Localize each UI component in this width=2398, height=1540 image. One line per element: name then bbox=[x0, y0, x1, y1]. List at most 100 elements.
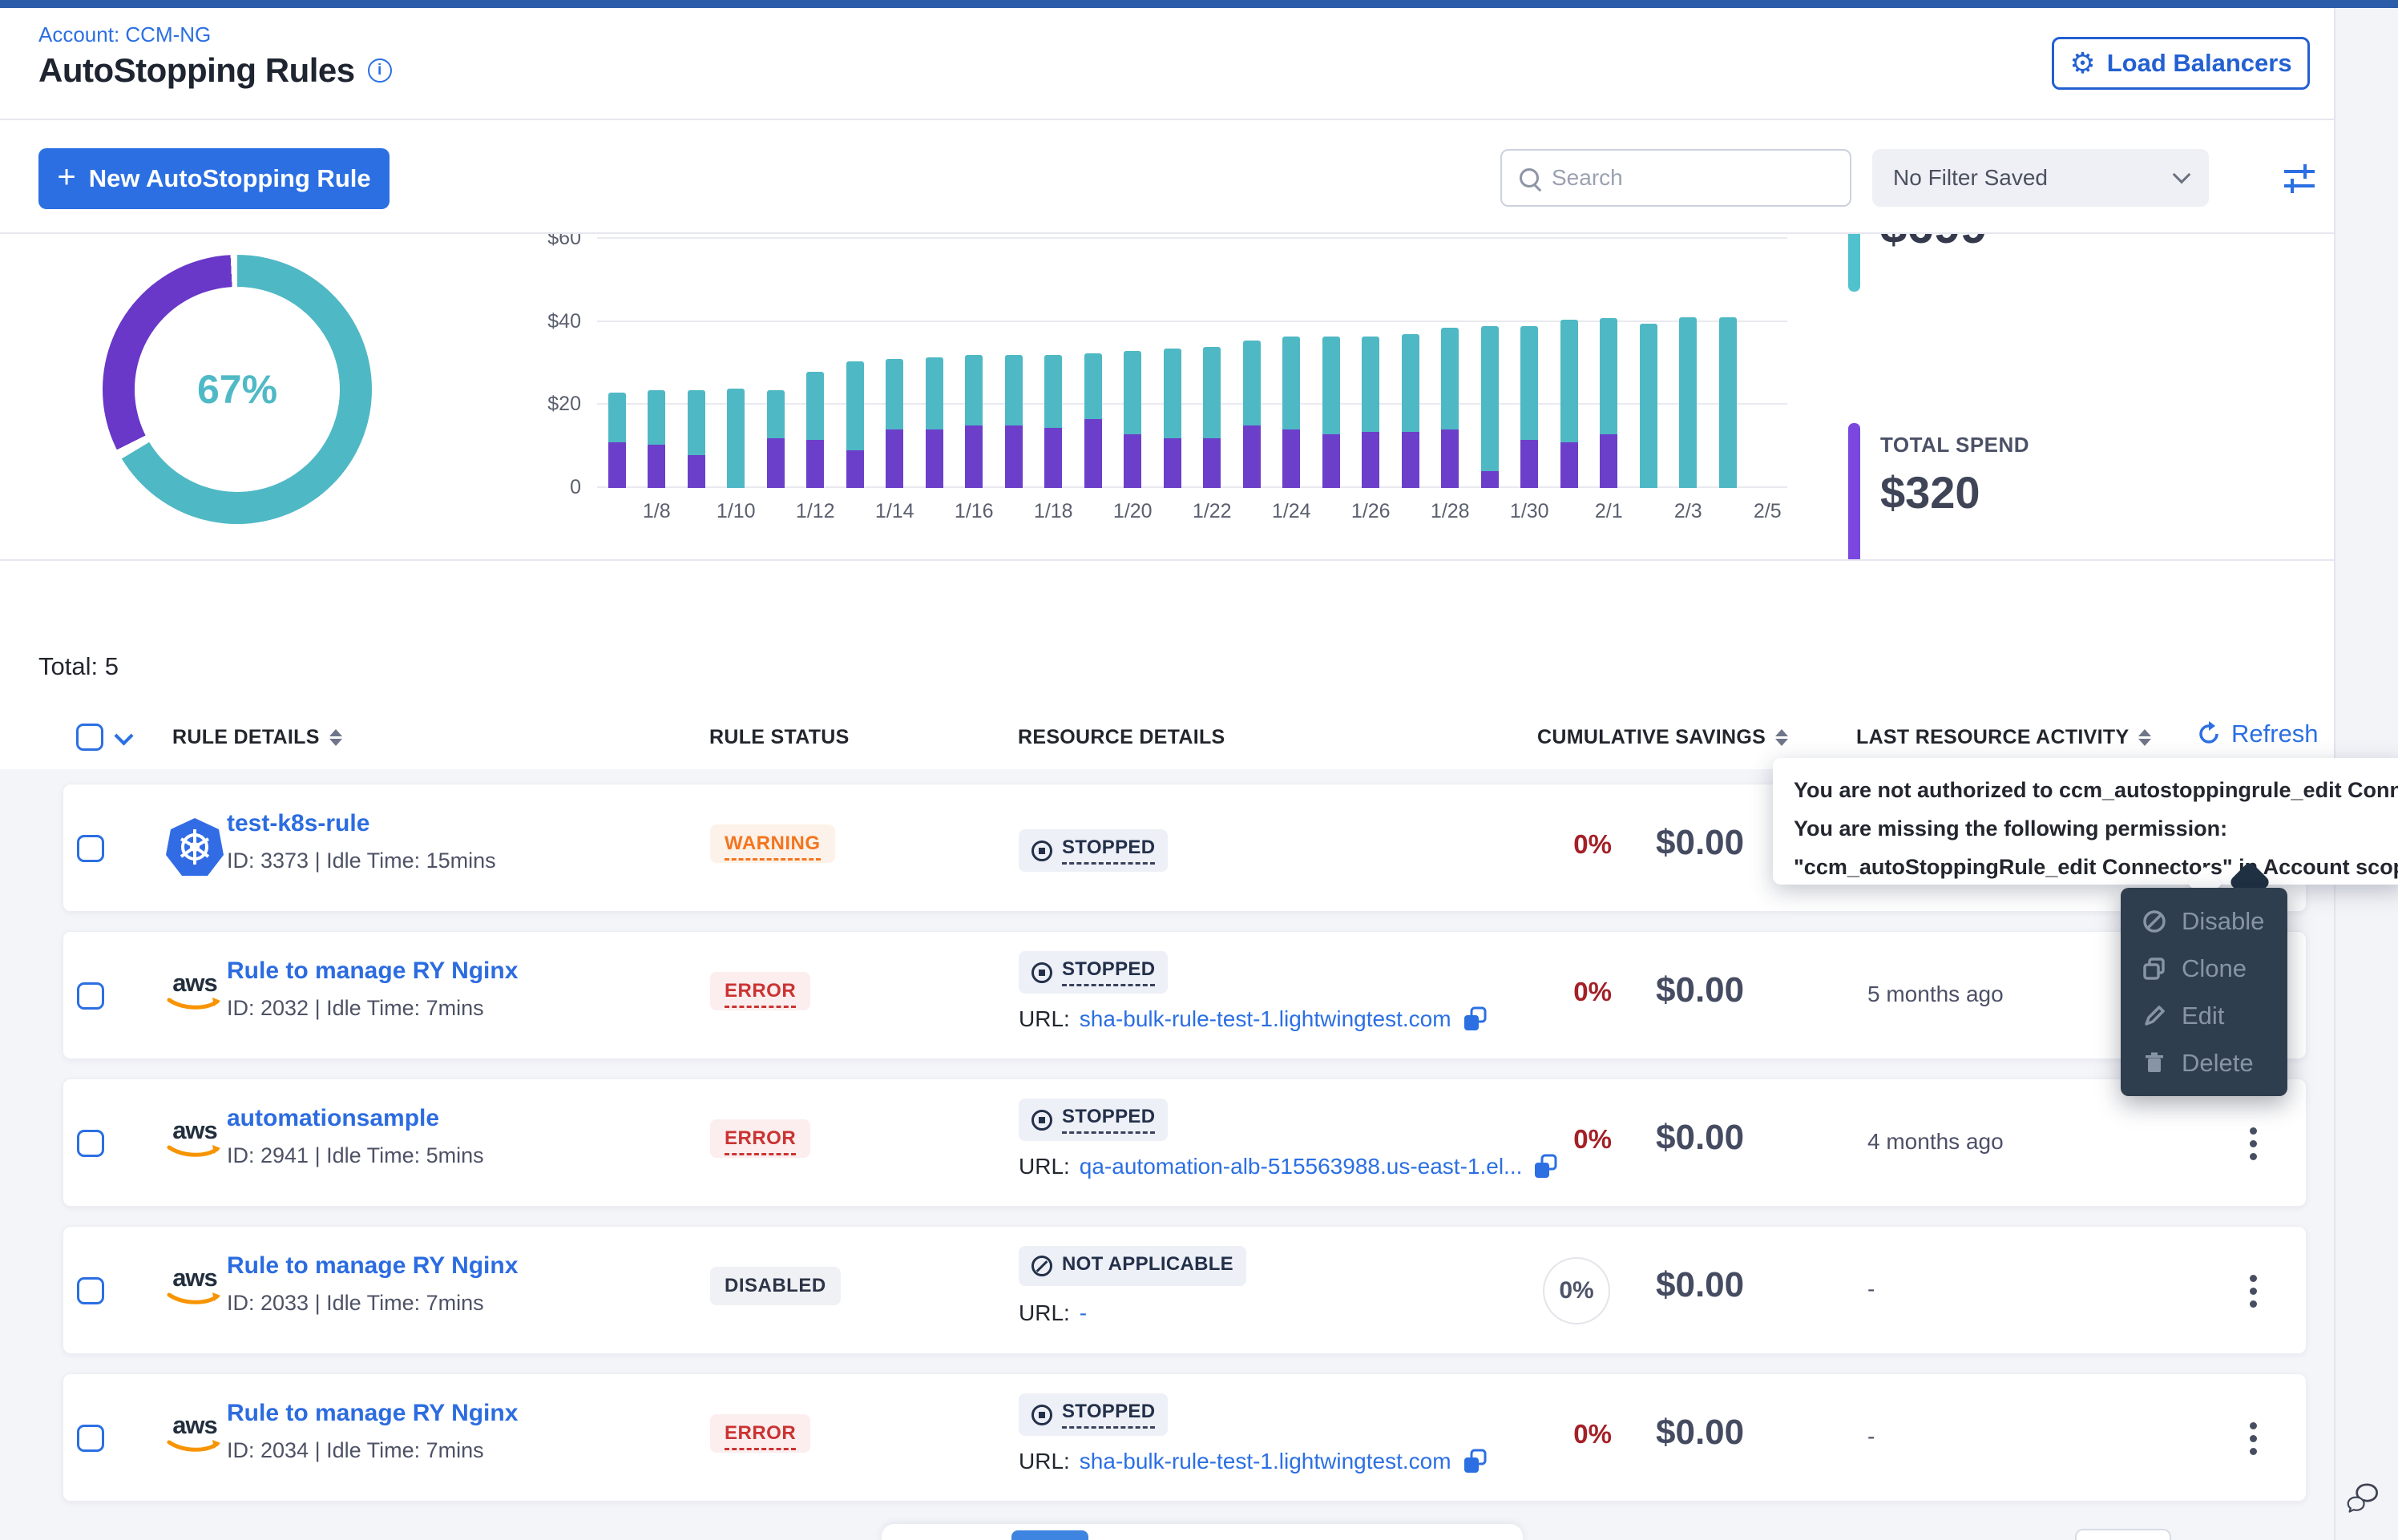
table-row-3: aws automationsample ID: 2941 | Idle Tim… bbox=[63, 1078, 2307, 1207]
column-cumulative-savings[interactable]: CUMULATIVE SAVINGS bbox=[1537, 726, 1788, 749]
row-checkbox[interactable] bbox=[77, 835, 104, 862]
menu-item-delete[interactable]: Delete bbox=[2121, 1049, 2287, 1078]
row-checkbox[interactable] bbox=[77, 982, 104, 1010]
savings-amount: $0.00 bbox=[1656, 1265, 1744, 1305]
select-all-chevron-icon[interactable] bbox=[114, 726, 133, 745]
x-tick-label: 1/14 bbox=[875, 500, 914, 523]
resource-status-chip: STOPPED bbox=[1019, 1099, 1168, 1141]
bar-1/11 bbox=[756, 239, 796, 488]
copy-icon[interactable] bbox=[1461, 1448, 1488, 1475]
bar-1/24 bbox=[1272, 239, 1312, 488]
total-savings-legend-bar bbox=[1848, 232, 1860, 292]
x-tick-label: 2/5 bbox=[1754, 500, 1782, 523]
edit-icon bbox=[2142, 1003, 2167, 1029]
menu-item-label: Edit bbox=[2182, 1002, 2224, 1030]
rule-name-link[interactable]: Rule to manage RY Nginx bbox=[227, 957, 518, 985]
total-count: Total: 5 bbox=[38, 652, 119, 681]
rule-name-link[interactable]: test-k8s-rule bbox=[227, 810, 369, 837]
bar-1/7 bbox=[597, 239, 637, 488]
rule-name-link[interactable]: Rule to manage RY Nginx bbox=[227, 1252, 518, 1280]
menu-item-clone[interactable]: Clone bbox=[2121, 954, 2287, 983]
breadcrumb-account[interactable]: Account: CCM-NG bbox=[38, 22, 211, 47]
url-link[interactable]: qa-automation-alb-515563988.us-east-1.el… bbox=[1080, 1154, 1523, 1179]
new-rule-label: New AutoStopping Rule bbox=[89, 164, 371, 193]
column-last-resource-activity[interactable]: LAST RESOURCE ACTIVITY bbox=[1856, 726, 2151, 749]
x-tick-label: 1/28 bbox=[1431, 500, 1470, 523]
bar-2/1 bbox=[1589, 239, 1629, 488]
bar-1/21 bbox=[1153, 239, 1193, 488]
bar-1/23 bbox=[1232, 239, 1272, 488]
savings-amount: $0.00 bbox=[1656, 823, 1744, 863]
page-title-row: AutoStopping Rules i bbox=[38, 51, 392, 90]
x-tick-label: 1/18 bbox=[1034, 500, 1073, 523]
x-tick-label: 1/8 bbox=[643, 500, 671, 523]
y-tick-label: $20 bbox=[501, 393, 581, 416]
url-link[interactable]: sha-bulk-rule-test-1.lightwingtest.com bbox=[1080, 1449, 1451, 1474]
menu-item-edit[interactable]: Edit bbox=[2121, 1002, 2287, 1030]
total-spend-label: TOTAL SPEND bbox=[1880, 433, 2029, 458]
column-label: RESOURCE DETAILS bbox=[1018, 726, 1225, 749]
row-checkbox[interactable] bbox=[77, 1277, 104, 1304]
rule-status-badge: DISABLED bbox=[710, 1267, 841, 1305]
new-autostopping-rule-button[interactable]: + New AutoStopping Rule bbox=[38, 148, 390, 209]
bar-1/12 bbox=[796, 239, 836, 488]
row-checkbox[interactable] bbox=[77, 1425, 104, 1452]
rule-status-badge: ERROR bbox=[710, 972, 810, 1010]
x-tick-label: 2/1 bbox=[1595, 500, 1623, 523]
bar-2/3 bbox=[1669, 239, 1709, 488]
last-activity: 5 months ago bbox=[1867, 982, 2004, 1007]
tooltip-line: You are missing the following permission… bbox=[1794, 812, 2385, 845]
menu-item-label: Clone bbox=[2182, 954, 2247, 983]
rule-status-badge: ERROR bbox=[710, 1119, 810, 1158]
copy-icon[interactable] bbox=[1532, 1153, 1559, 1180]
chat-bubbles-icon[interactable] bbox=[2344, 1479, 2388, 1524]
x-tick-label: 1/16 bbox=[955, 500, 994, 523]
row-checkbox[interactable] bbox=[77, 1130, 104, 1157]
resource-status-chip: NOT APPLICABLE bbox=[1019, 1246, 1246, 1286]
bar-1/22 bbox=[1193, 239, 1233, 488]
savings-percentage-label: 67% bbox=[103, 255, 372, 524]
savings-percent: 0% bbox=[1543, 1257, 1610, 1324]
url-link[interactable]: - bbox=[1080, 1300, 1087, 1326]
bar-1/20 bbox=[1113, 239, 1153, 488]
pagination-bar bbox=[882, 1524, 1523, 1540]
load-balancers-button[interactable]: ⚙ Load Balancers bbox=[2052, 37, 2310, 90]
filter-sliders-icon[interactable] bbox=[2281, 160, 2318, 196]
rule-name-link[interactable]: automationsample bbox=[227, 1105, 439, 1132]
x-tick-label: 2/3 bbox=[1674, 500, 1702, 523]
row-actions-kebab[interactable] bbox=[2237, 1118, 2269, 1169]
select-all-checkbox[interactable] bbox=[76, 724, 103, 751]
refresh-label: Refresh bbox=[2231, 720, 2319, 748]
x-tick-label: 1/30 bbox=[1510, 500, 1549, 523]
menu-item-disable[interactable]: Disable bbox=[2121, 907, 2287, 936]
rule-name-link[interactable]: Rule to manage RY Nginx bbox=[227, 1400, 518, 1427]
savings-percent: 0% bbox=[1516, 1124, 1612, 1155]
clone-icon bbox=[2142, 956, 2167, 982]
bar-1/16 bbox=[955, 239, 995, 488]
page-title: AutoStopping Rules bbox=[38, 51, 355, 90]
permission-tooltip: You are not authorized to ccm_autostoppi… bbox=[1773, 758, 2398, 885]
copy-icon[interactable] bbox=[1461, 1006, 1488, 1033]
bar-1/13 bbox=[835, 239, 875, 488]
bar-1/8 bbox=[637, 239, 677, 488]
bar-series bbox=[597, 239, 1787, 488]
refresh-button[interactable]: Refresh bbox=[2196, 720, 2319, 748]
url-link[interactable]: sha-bulk-rule-test-1.lightwingtest.com bbox=[1080, 1006, 1451, 1032]
info-icon[interactable]: i bbox=[368, 58, 392, 83]
pagination-secondary-pill[interactable] bbox=[2075, 1529, 2171, 1540]
bar-2/4 bbox=[1708, 239, 1748, 488]
total-spend-value: $320 bbox=[1880, 466, 1980, 518]
bar-1/25 bbox=[1311, 239, 1351, 488]
bar-1/10 bbox=[717, 239, 757, 488]
disable-icon bbox=[2142, 909, 2167, 934]
search-input[interactable] bbox=[1552, 165, 1832, 191]
column-rule-details[interactable]: RULE DETAILS bbox=[172, 726, 342, 749]
rule-status-badge: WARNING bbox=[710, 824, 835, 863]
row-actions-kebab[interactable] bbox=[2237, 1413, 2269, 1464]
row-actions-kebab[interactable] bbox=[2237, 1265, 2269, 1316]
sort-icon bbox=[1775, 729, 1788, 746]
pagination-active-page[interactable] bbox=[1011, 1530, 1088, 1540]
saved-filter-select[interactable]: No Filter Saved bbox=[1872, 149, 2209, 207]
bar-1/29 bbox=[1470, 239, 1510, 488]
column-label: RULE DETAILS bbox=[172, 726, 320, 749]
